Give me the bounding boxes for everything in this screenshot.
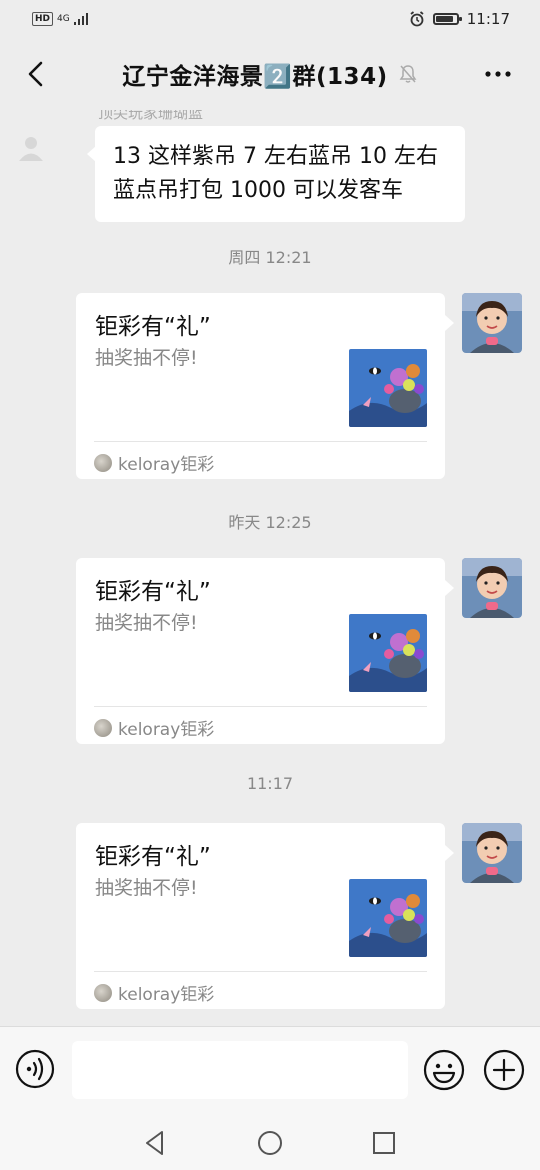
input-bar — [0, 1026, 540, 1117]
chat-area[interactable]: 顶尖玩家珊瑚蓝 13 这样紫吊 7 左右蓝吊 10 左右蓝点吊打包 1000 可… — [0, 110, 540, 1026]
more-button[interactable] — [480, 56, 516, 92]
battery-level — [435, 16, 453, 22]
bell-muted-icon — [399, 65, 416, 83]
status-time: 11:17 — [466, 10, 510, 28]
chat-title: 辽宁金洋海景2️⃣群(134) — [122, 64, 388, 90]
nav-recents-icon[interactable] — [367, 1126, 401, 1160]
card-thumbnail — [349, 614, 427, 692]
user-avatar-image — [462, 558, 522, 618]
hd-badge: HD — [32, 12, 54, 26]
mini-program-card[interactable]: 钜彩有“礼” 抽奖抽不停! keloray钜彩 — [76, 558, 454, 744]
card-source: keloray钜彩 — [94, 450, 214, 475]
battery-icon — [432, 13, 462, 25]
plus-icon[interactable] — [483, 1049, 525, 1091]
status-left: HD 4G — [32, 12, 90, 26]
card-thumbnail — [349, 349, 427, 427]
card-divider — [94, 971, 427, 972]
timestamp: 周四 12:21 — [228, 248, 312, 267]
aquarium-thumbnail-image — [349, 614, 427, 692]
card-title: 钜彩有“礼” — [95, 314, 211, 340]
my-avatar[interactable] — [462, 823, 522, 883]
voice-icon[interactable] — [15, 1049, 55, 1089]
card-source-name: keloray钜彩 — [118, 720, 215, 740]
user-avatar-image — [462, 823, 522, 883]
status-bar: HD 4G 11:17 — [0, 0, 540, 38]
my-avatar[interactable] — [462, 558, 522, 618]
mini-program-card[interactable]: 钜彩有“礼” 抽奖抽不停! keloray钜彩 — [76, 293, 454, 479]
text-message-bubble[interactable]: 13 这样紫吊 7 左右蓝吊 10 左右蓝点吊打包 1000 可以发客车 — [87, 126, 465, 222]
card-source-name: keloray钜彩 — [118, 985, 215, 1005]
nav-back-icon[interactable] — [138, 1126, 172, 1160]
card-thumbnail — [349, 879, 427, 957]
signal-icon — [73, 13, 88, 25]
title-wrap: 辽宁金洋海景2️⃣群(134) — [122, 57, 417, 91]
status-right: 11:17 — [409, 10, 510, 28]
source-logo-icon — [94, 983, 112, 1002]
card-source: keloray钜彩 — [94, 980, 214, 1005]
aquarium-thumbnail-image — [349, 879, 427, 957]
card-description: 抽奖抽不停! — [95, 612, 198, 634]
timestamp: 昨天 12:25 — [228, 513, 312, 532]
timestamp: 11:17 — [246, 774, 294, 793]
source-logo-icon — [94, 718, 112, 737]
alarm-icon — [410, 11, 424, 27]
card-description: 抽奖抽不停! — [95, 877, 198, 899]
card-source-name: keloray钜彩 — [118, 455, 215, 475]
message-input[interactable] — [72, 1041, 408, 1099]
my-avatar[interactable] — [462, 293, 522, 353]
card-divider — [94, 706, 427, 707]
sender-name: 顶尖玩家珊瑚蓝 — [98, 110, 204, 122]
card-divider — [94, 441, 427, 442]
system-nav-bar — [0, 1116, 540, 1170]
source-logo-icon — [94, 453, 112, 472]
card-description: 抽奖抽不停! — [95, 347, 198, 369]
user-avatar-image — [462, 293, 522, 353]
chevron-left-icon — [28, 61, 43, 87]
nav-home-icon[interactable] — [253, 1126, 287, 1160]
chat-header: 辽宁金洋海景2️⃣群(134) — [0, 38, 540, 110]
sender-avatar[interactable] — [16, 132, 46, 162]
more-dots-icon — [485, 71, 511, 77]
mini-program-card[interactable]: 钜彩有“礼” 抽奖抽不停! keloray钜彩 — [76, 823, 454, 1009]
card-title: 钜彩有“礼” — [95, 844, 211, 870]
card-title: 钜彩有“礼” — [95, 579, 211, 605]
aquarium-thumbnail-image — [349, 349, 427, 427]
back-button[interactable] — [18, 56, 54, 92]
card-source: keloray钜彩 — [94, 715, 214, 740]
emoji-icon[interactable] — [423, 1049, 465, 1091]
network-type: 4G — [57, 14, 70, 24]
